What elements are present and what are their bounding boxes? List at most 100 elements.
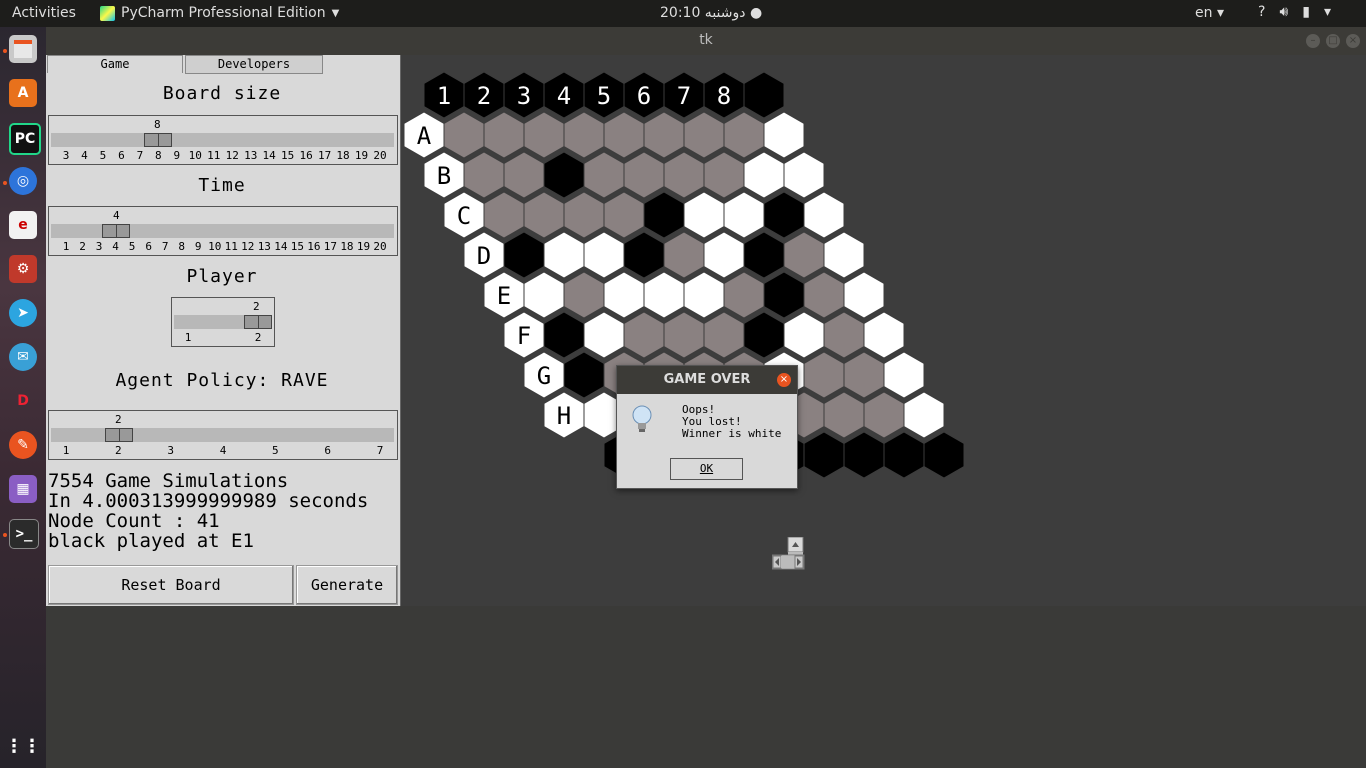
tab-developers[interactable]: Developers	[185, 55, 323, 74]
border-cell[interactable]: 3	[503, 71, 545, 119]
board-cell-F7[interactable]	[783, 311, 825, 359]
system-tray[interactable]: ? 🔊︎ ▮ ▾	[1258, 4, 1331, 20]
board-cell-A5[interactable]	[603, 111, 645, 159]
hex-board-canvas[interactable]: 12345678 ABCDEFGH	[400, 55, 1366, 606]
language-menu[interactable]: en ▾	[1195, 5, 1224, 21]
minimize-icon[interactable]: –	[1306, 34, 1320, 48]
row-label-cell[interactable]: E	[483, 271, 525, 319]
slider-handle[interactable]	[244, 315, 272, 329]
board-cell-A3[interactable]	[523, 111, 565, 159]
row-label-cell[interactable]: D	[463, 231, 505, 279]
border-cell[interactable]: 5	[583, 71, 625, 119]
border-cell[interactable]: 7	[663, 71, 705, 119]
board-cell-A8[interactable]	[723, 111, 765, 159]
board-cell-H7[interactable]	[823, 391, 865, 439]
board-cell-E2[interactable]	[563, 271, 605, 319]
board-cell-F3[interactable]	[623, 311, 665, 359]
border-cell[interactable]: 8	[703, 71, 745, 119]
board-cell-C3[interactable]	[563, 191, 605, 239]
board-cell-A4[interactable]	[563, 111, 605, 159]
board-cell-E6[interactable]	[723, 271, 765, 319]
activities-button[interactable]: Activities	[12, 5, 76, 21]
video-icon[interactable]: ▦	[9, 475, 37, 503]
board-cell-B1[interactable]	[463, 151, 505, 199]
files-icon[interactable]	[9, 35, 37, 63]
board-cell-C5[interactable]	[643, 191, 685, 239]
hex-board[interactable]: 1 2 3 4 5 6 7 8 ABCDEFGH	[401, 55, 1366, 606]
help-icon[interactable]: ?	[1258, 4, 1265, 20]
board-cell-G7[interactable]	[803, 351, 845, 399]
close-icon[interactable]: ×	[777, 373, 791, 387]
board-cell-A2[interactable]	[483, 111, 525, 159]
board-cell-B7[interactable]	[703, 151, 745, 199]
board-cell-D5[interactable]	[663, 231, 705, 279]
row-label-cell[interactable]: F	[503, 311, 545, 359]
slider-handle[interactable]	[102, 224, 130, 238]
board-cell-E5[interactable]	[683, 271, 725, 319]
row-label-cell[interactable]: G	[523, 351, 565, 399]
border-cell[interactable]	[803, 191, 845, 239]
reset-board-button[interactable]: Reset Board	[48, 565, 294, 605]
border-cell[interactable]	[843, 271, 885, 319]
app-menu[interactable]: PyCharm Professional Edition ▼	[100, 5, 339, 21]
border-cell[interactable]	[883, 431, 925, 479]
chromium-icon[interactable]: ◎	[9, 167, 37, 195]
pycharm-icon[interactable]: PC	[9, 123, 41, 155]
board-cell-C8[interactable]	[763, 191, 805, 239]
ok-button[interactable]: OK	[670, 458, 743, 480]
border-cell[interactable]	[743, 71, 785, 119]
board-cell-B2[interactable]	[503, 151, 545, 199]
board-cell-E1[interactable]	[523, 271, 565, 319]
board-cell-F1[interactable]	[543, 311, 585, 359]
volume-icon[interactable]: 🔊︎	[1279, 4, 1288, 20]
board-cell-C6[interactable]	[683, 191, 725, 239]
board-cell-E7[interactable]	[763, 271, 805, 319]
board-cell-B6[interactable]	[663, 151, 705, 199]
document-viewer-icon[interactable]: e	[9, 211, 37, 239]
board-cell-F6[interactable]	[743, 311, 785, 359]
board-cell-D3[interactable]	[583, 231, 625, 279]
app-grid-icon[interactable]: ⋮⋮	[5, 732, 41, 760]
slider-handle[interactable]	[105, 428, 133, 442]
border-cell[interactable]	[803, 431, 845, 479]
battery-icon[interactable]: ▮	[1302, 4, 1310, 20]
border-cell[interactable]	[783, 151, 825, 199]
border-cell[interactable]: 1	[423, 71, 465, 119]
settings-icon[interactable]: ⚙	[9, 255, 37, 283]
border-cell[interactable]	[923, 431, 965, 479]
time-slider[interactable]: 4 1 2 3 4 5 6 7 8 9 10 11 12 13 14 15 16 17 18 19 20	[48, 206, 398, 256]
board-cell-F5[interactable]	[703, 311, 745, 359]
board-cell-B4[interactable]	[583, 151, 625, 199]
board-cell-E8[interactable]	[803, 271, 845, 319]
brush-icon[interactable]: ✎	[9, 431, 37, 459]
board-cell-C2[interactable]	[523, 191, 565, 239]
slider-handle[interactable]	[144, 133, 172, 147]
clock[interactable]: دوشنبه 20:10 ●	[660, 5, 762, 21]
board-cell-F2[interactable]	[583, 311, 625, 359]
border-cell[interactable]	[883, 351, 925, 399]
row-label-cell[interactable]: C	[443, 191, 485, 239]
board-cell-B8[interactable]	[743, 151, 785, 199]
board-cell-E3[interactable]	[603, 271, 645, 319]
board-size-slider[interactable]: 8 3 4 5 6 7 8 9 10 11 12 13 14 15 16 17 18 19 20	[48, 115, 398, 165]
agent-policy-slider[interactable]: 2 1 2 3 4 5 6 7	[48, 410, 398, 460]
border-cell[interactable]	[903, 391, 945, 439]
board-cell-G8[interactable]	[843, 351, 885, 399]
border-cell[interactable]	[843, 431, 885, 479]
generate-button[interactable]: Generate	[296, 565, 398, 605]
board-cell-C7[interactable]	[723, 191, 765, 239]
maximize-icon[interactable]: □	[1326, 34, 1340, 48]
board-cell-F8[interactable]	[823, 311, 865, 359]
border-cell[interactable]	[823, 231, 865, 279]
board-cell-H8[interactable]	[863, 391, 905, 439]
board-cell-C1[interactable]	[483, 191, 525, 239]
board-cell-D6[interactable]	[703, 231, 745, 279]
software-icon[interactable]: A	[9, 79, 37, 107]
border-cell[interactable]: 6	[623, 71, 665, 119]
menu-icon[interactable]: ▾	[1324, 4, 1331, 20]
board-cell-A6[interactable]	[643, 111, 685, 159]
board-cell-B3[interactable]	[543, 151, 585, 199]
board-cell-A1[interactable]	[443, 111, 485, 159]
board-cell-G1[interactable]	[563, 351, 605, 399]
board-cell-A7[interactable]	[683, 111, 725, 159]
